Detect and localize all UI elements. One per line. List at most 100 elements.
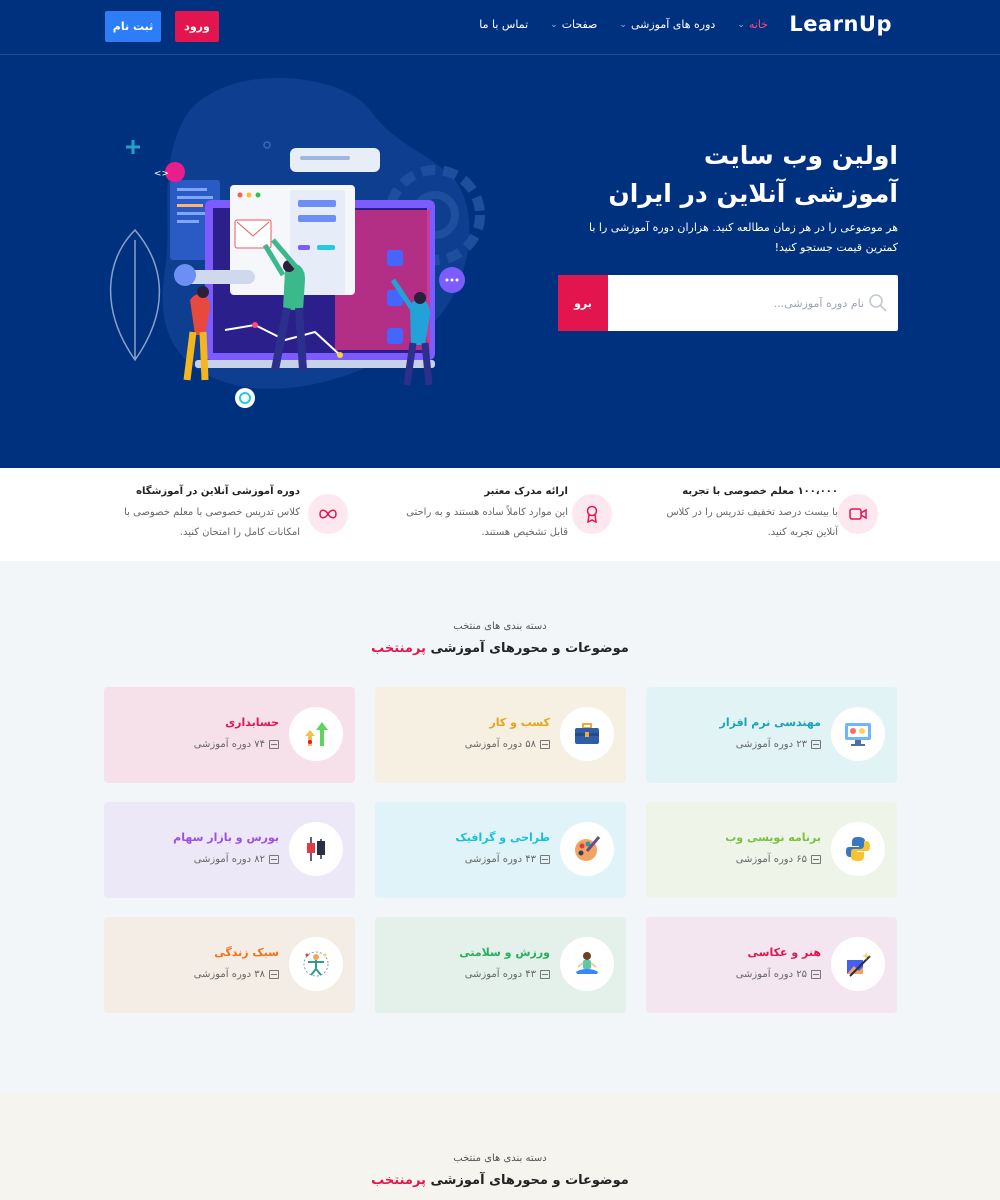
palette-icon <box>560 822 614 876</box>
infinity-icon <box>308 494 348 534</box>
svg-text:<>: <> <box>154 169 169 179</box>
film-icon <box>811 855 821 864</box>
category-count: ۸۲ دوره آموزشی <box>194 854 279 865</box>
category-title: بورس و بازار سهام <box>173 831 279 844</box>
category-count: ۲۵ دوره آموزشی <box>736 969 821 980</box>
category-count-text: ۴۳ دوره آموزشی <box>464 854 536 865</box>
hero-subtitle: هر موضوعی را در هر زمان مطالعه کنید. هزا… <box>589 221 898 254</box>
film-icon <box>269 855 279 864</box>
register-button[interactable]: ثبت نام <box>105 11 161 42</box>
category-title: برنامه نویسی وب <box>725 831 821 844</box>
feature-item: ۱۰۰،۰۰۰ معلم خصوصی با تجربه با بیست درصد… <box>658 486 838 543</box>
python-icon <box>831 822 885 876</box>
feature-item: ارائه مدرک معتبر این موارد کاملاً ساده ه… <box>388 486 568 543</box>
category-card[interactable]: ورزش و سلامتی ۴۳ دوره آموزشی <box>375 917 626 1013</box>
film-icon <box>811 740 821 749</box>
nav-item-home[interactable]: خانه ⌄ <box>737 18 768 31</box>
category-count-text: ۲۳ دوره آموزشی <box>735 739 807 750</box>
category-card[interactable]: طراحی و گرافیک ۴۳ دوره آموزشی <box>375 802 626 898</box>
categories-section: دسته بندی های منتخب موضوعات و محورهای آم… <box>0 561 1000 1093</box>
briefcase-icon <box>560 707 614 761</box>
category-count: ۷۴ دوره آموزشی <box>194 739 279 750</box>
category-card[interactable]: حسابداری ۷۴ دوره آموزشی <box>104 687 355 783</box>
film-icon <box>269 740 279 749</box>
film-icon <box>540 740 550 749</box>
film-icon <box>811 970 821 979</box>
category-title: ورزش و سلامتی <box>459 946 550 959</box>
certificate-icon <box>572 494 612 534</box>
category-card[interactable]: مهندسی نرم افزار ۲۳ دوره آموزشی <box>646 687 897 783</box>
category-count: ۲۳ دوره آموزشی <box>736 739 821 750</box>
hero-title: اولین وب سایت آموزشی آنلاین در ایران <box>538 137 898 213</box>
header: LearnUp خانه ⌄ دوره های آموزشی ⌄ صفحات ⌄… <box>0 0 1000 55</box>
hero-section: <> اولین وب سایت آموزشی آنلاین در ایران … <box>0 55 1000 468</box>
nav-item-contact[interactable]: تماس با ما <box>479 18 528 31</box>
section-title-highlight: پرمنتخب <box>371 641 426 656</box>
feature-title: دوره آموزشی آنلاین در آموزشگاه <box>136 486 300 497</box>
section-subtitle: دسته بندی های منتخب <box>453 621 547 632</box>
category-title: هنر و عکاسی <box>747 946 821 959</box>
category-count-text: ۵۸ دوره آموزشی <box>464 739 536 750</box>
yoga-icon <box>560 937 614 991</box>
nav-item-pages[interactable]: صفحات ⌄ <box>550 18 597 31</box>
category-title: سبک زندگی <box>214 946 279 959</box>
video-camera-icon <box>838 494 878 534</box>
category-title: کسب و کار <box>489 716 550 729</box>
feature-title: ۱۰۰،۰۰۰ معلم خصوصی با تجربه <box>682 486 838 497</box>
nav-label: خانه <box>748 18 768 31</box>
section-title-main: موضوعات و محورهای آموزشی <box>430 641 629 656</box>
section-title-main: موضوعات و محورهای آموزشی <box>430 1173 629 1188</box>
growth-arrows-icon <box>289 707 343 761</box>
categories-section-2: دسته بندی های منتخب موضوعات و محورهای آم… <box>0 1093 1000 1200</box>
nav-item-courses[interactable]: دوره های آموزشی ⌄ <box>619 18 715 31</box>
film-icon <box>540 855 550 864</box>
film-icon <box>540 970 550 979</box>
film-icon <box>269 970 279 979</box>
section-subtitle: دسته بندی های منتخب <box>453 1153 547 1164</box>
category-title: حسابداری <box>225 716 279 729</box>
section-title: موضوعات و محورهای آموزشی پرمنتخب <box>0 641 1000 656</box>
section-title-highlight: پرمنتخب <box>371 1173 426 1188</box>
candlestick-icon <box>289 822 343 876</box>
magic-picture-icon <box>831 937 885 991</box>
chevron-down-icon: ⌄ <box>619 19 627 30</box>
feature-title: ارائه مدرک معتبر <box>484 486 568 497</box>
category-card[interactable]: برنامه نویسی وب ۶۵ دوره آموزشی <box>646 802 897 898</box>
monitor-icon <box>831 707 885 761</box>
category-count-text: ۴۳ دوره آموزشی <box>464 969 536 980</box>
search-box: برو <box>558 275 898 331</box>
login-button[interactable]: ورود <box>175 11 219 42</box>
category-count: ۶۵ دوره آموزشی <box>736 854 821 865</box>
hero-title-line2: آموزشی آنلاین در ایران <box>608 179 898 208</box>
feature-item: دوره آموزشی آنلاین در آموزشگاه کلاس تدری… <box>120 486 300 543</box>
category-count: ۴۳ دوره آموزشی <box>465 969 550 980</box>
category-title: مهندسی نرم افزار <box>719 716 821 729</box>
category-card[interactable]: کسب و کار ۵۸ دوره آموزشی <box>375 687 626 783</box>
section-title: موضوعات و محورهای آموزشی پرمنتخب <box>0 1173 1000 1188</box>
vitruvian-icon <box>289 937 343 991</box>
category-card[interactable]: بورس و بازار سهام ۸۲ دوره آموزشی <box>104 802 355 898</box>
feature-text: با بیست درصد تخفیف تدریس را در کلاس آنلا… <box>666 507 838 538</box>
category-count-text: ۷۴ دوره آموزشی <box>193 739 265 750</box>
search-input[interactable] <box>624 275 864 331</box>
category-title: طراحی و گرافیک <box>455 831 551 844</box>
category-count: ۳۸ دوره آموزشی <box>194 969 279 980</box>
nav-label: صفحات <box>561 18 598 31</box>
search-button[interactable]: برو <box>558 275 608 331</box>
features-strip: ۱۰۰،۰۰۰ معلم خصوصی با تجربه با بیست درصد… <box>0 468 1000 561</box>
category-count: ۵۸ دوره آموزشی <box>465 739 550 750</box>
nav-label: تماس با ما <box>479 18 529 31</box>
site-logo[interactable]: LearnUp <box>789 12 892 36</box>
feature-text: کلاس تدریس خصوصی با معلم خصوصی با امکانا… <box>124 507 300 538</box>
hero-title-line1: اولین وب سایت <box>703 141 898 170</box>
chevron-down-icon: ⌄ <box>550 19 558 30</box>
category-count-text: ۸۲ دوره آموزشی <box>193 854 265 865</box>
feature-text: این موارد کاملاً ساده هستند و به راحتی ق… <box>406 507 568 538</box>
search-icon <box>869 294 887 312</box>
category-card[interactable]: هنر و عکاسی ۲۵ دوره آموزشی <box>646 917 897 1013</box>
category-card[interactable]: سبک زندگی ۳۸ دوره آموزشی <box>104 917 355 1013</box>
hero-illustration: <> <box>109 77 485 408</box>
nav-label: دوره های آموزشی <box>630 18 716 31</box>
main-nav: خانه ⌄ دوره های آموزشی ⌄ صفحات ⌄ تماس با… <box>479 18 768 31</box>
category-count-text: ۲۵ دوره آموزشی <box>735 969 807 980</box>
